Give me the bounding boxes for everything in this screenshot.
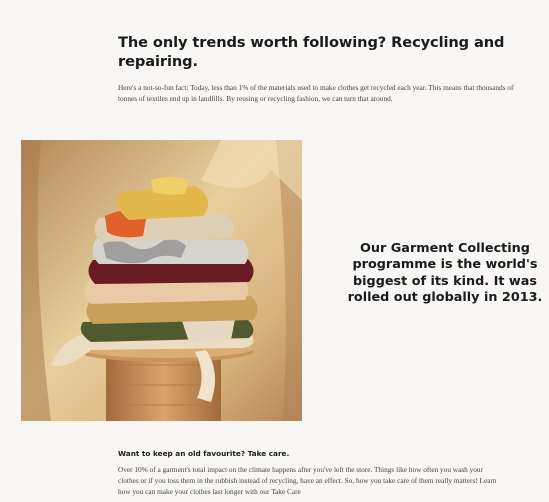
intro-section: The only trends worth following? Recycli… (118, 34, 518, 104)
care-paragraph: Over 10% of a garment's total impact on … (118, 465, 497, 496)
stacked-clothes-photo (21, 140, 302, 421)
garment-collecting-callout: Our Garment Collecting programme is the … (330, 241, 549, 307)
care-section: Want to keep an old favourite? Take care… (118, 449, 498, 497)
care-heading: Want to keep an old favourite? Take care… (118, 449, 290, 458)
intro-paragraph: Here's a not-so-fun fact: Today, less th… (118, 83, 514, 103)
callout-text: Our Garment Collecting programme is the … (347, 241, 543, 306)
page-heading: The only trends worth following? Recycli… (118, 34, 505, 70)
